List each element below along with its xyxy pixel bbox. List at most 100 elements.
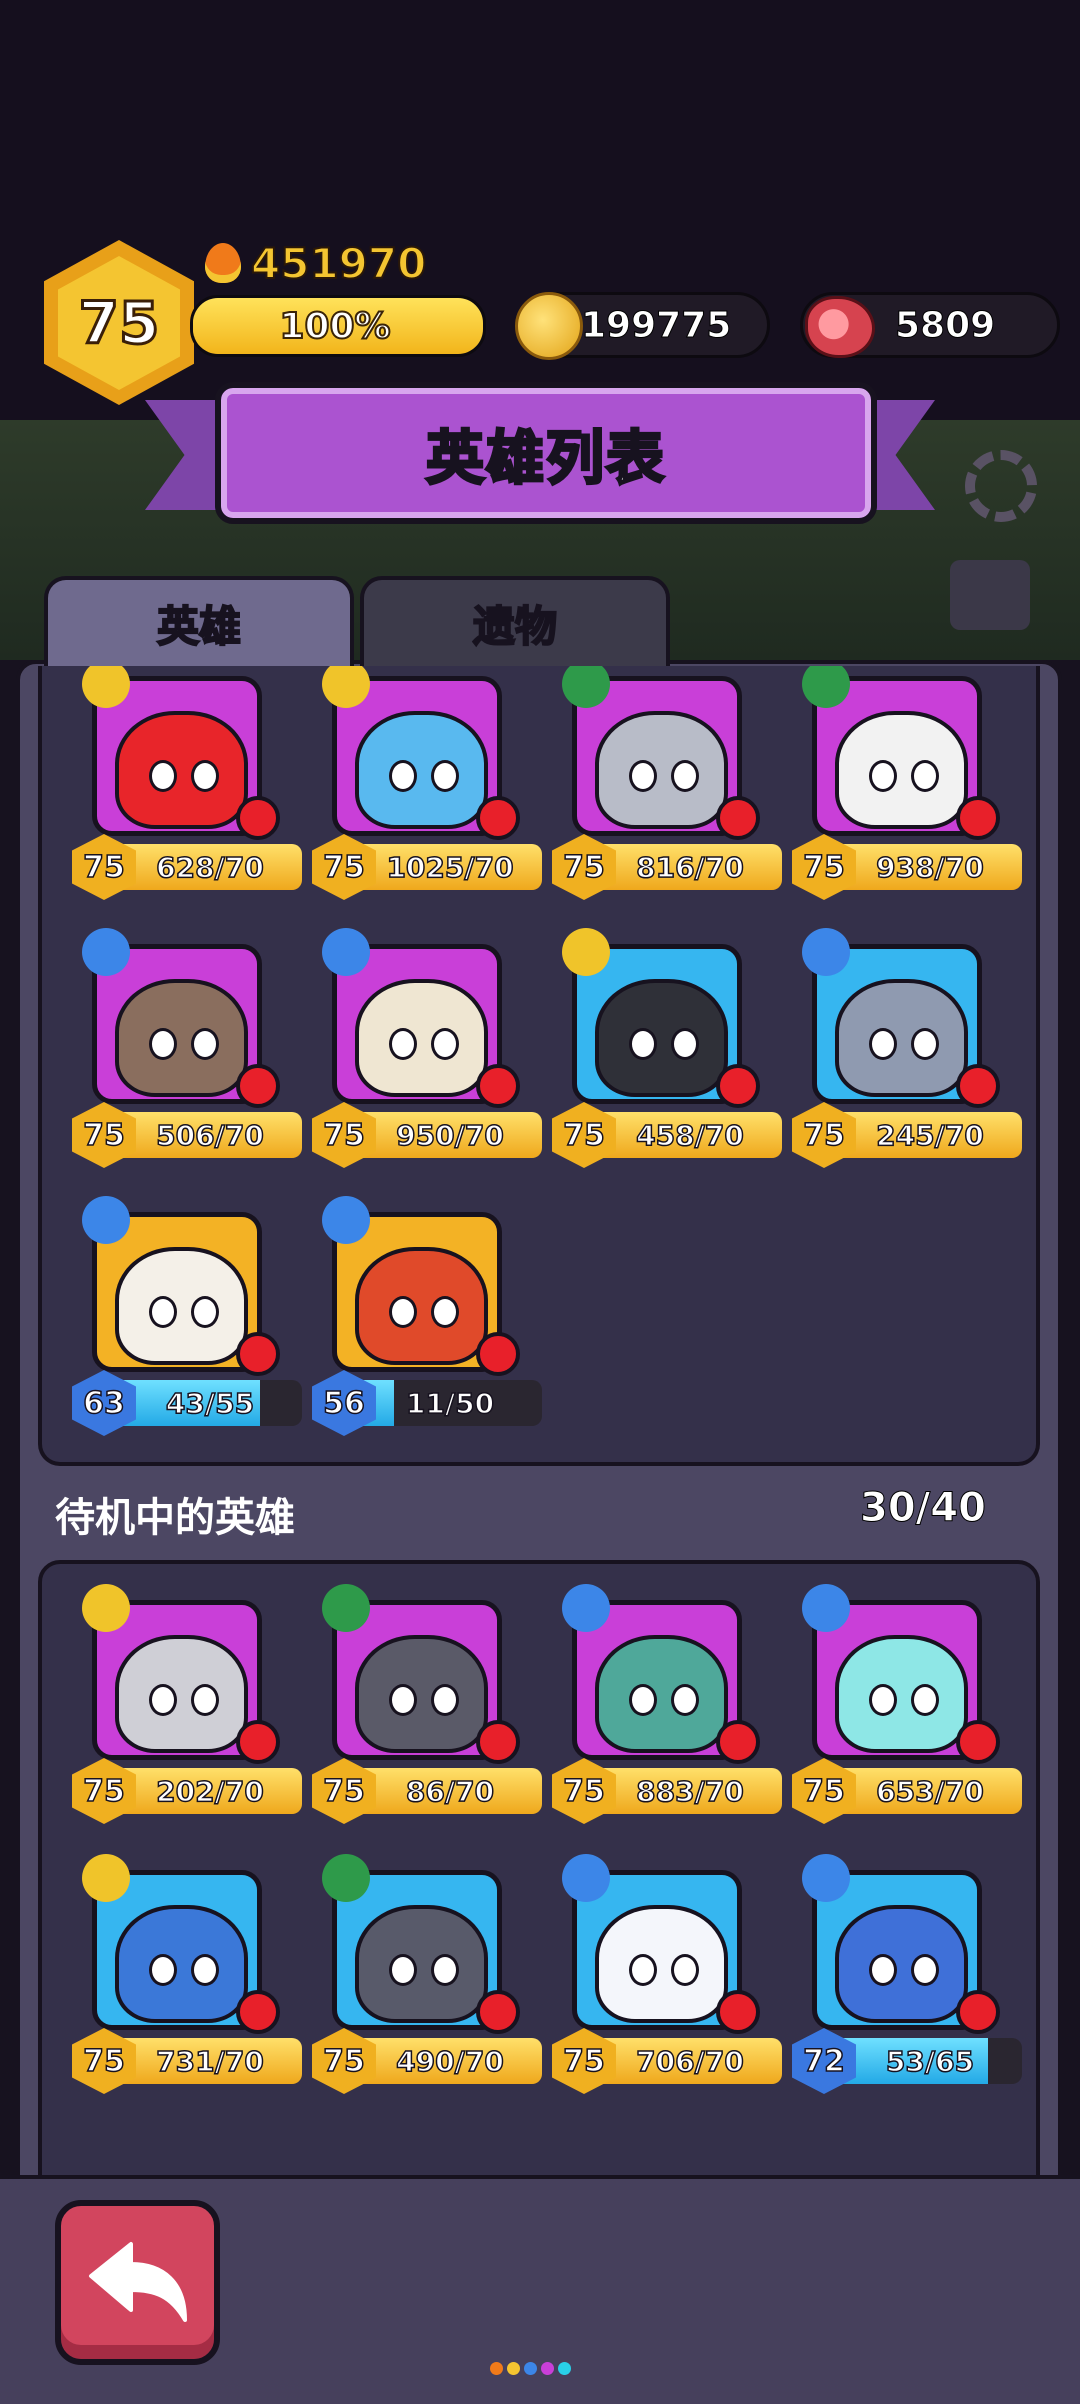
hero-card[interactable]: 490/70 75 (310, 1854, 542, 2094)
hero-eye (869, 760, 897, 792)
hero-progress-text: 53/65 (885, 2044, 975, 2079)
hero-figure (355, 1247, 488, 1365)
notification-dot (236, 1064, 280, 1108)
hero-progress-text: 11/50 (405, 1386, 495, 1421)
rank-icon (82, 928, 130, 976)
page-dot (524, 2362, 537, 2375)
notification-dot (476, 796, 520, 840)
hero-progress-text: 731/70 (155, 2044, 264, 2079)
hero-eye (389, 1954, 417, 1986)
hero-eye (671, 1028, 699, 1060)
hero-eye (389, 760, 417, 792)
notification-dot (716, 796, 760, 840)
notification-dot (956, 796, 1000, 840)
idle-heroes-count: 30/40 (860, 1485, 987, 1532)
tab-heroes[interactable]: 英雄 (44, 576, 354, 666)
page-dot (558, 2362, 571, 2375)
hero-figure (595, 979, 728, 1097)
gold-value: 199775 (580, 304, 732, 346)
hero-eye (431, 1684, 459, 1716)
hero-card[interactable]: 628/70 75 (70, 666, 302, 900)
rank-icon (802, 928, 850, 976)
hero-card[interactable]: 11/50 56 (310, 1196, 542, 1436)
hero-card[interactable]: 43/55 63 (70, 1196, 302, 1436)
notification-dot (716, 1990, 760, 2034)
hero-card[interactable]: 1025/70 75 (310, 666, 542, 900)
hero-progress-text: 458/70 (635, 1118, 744, 1153)
hero-figure (355, 1635, 488, 1753)
coin-icon (515, 292, 583, 360)
hero-card[interactable]: 202/70 75 (70, 1584, 302, 1824)
notification-dot (236, 1720, 280, 1764)
hero-progress-text: 628/70 (155, 850, 264, 885)
hero-eye (629, 1684, 657, 1716)
hero-progress-text: 202/70 (155, 1774, 264, 1809)
hero-figure (835, 1905, 968, 2023)
hero-eye (431, 1954, 459, 1986)
notification-dot (476, 1990, 520, 2034)
hero-eye (629, 760, 657, 792)
hero-card[interactable]: 53/65 72 (790, 1854, 1022, 2094)
hero-eye (671, 1684, 699, 1716)
hero-eye (431, 1296, 459, 1328)
notification-dot (956, 1720, 1000, 1764)
hero-card[interactable]: 938/70 75 (790, 666, 1022, 900)
hero-figure (355, 1905, 488, 2023)
hero-figure (115, 979, 248, 1097)
hero-eye (191, 760, 219, 792)
power-value: 451970 (250, 238, 427, 289)
hero-card[interactable]: 706/70 75 (550, 1854, 782, 2094)
tab-relics[interactable]: 遗物 (360, 576, 670, 666)
hero-figure (115, 1905, 248, 2023)
hero-eye (431, 760, 459, 792)
hero-eye (911, 1954, 939, 1986)
page-dot (507, 2362, 520, 2375)
hero-progress-text: 490/70 (395, 2044, 504, 2079)
hero-card[interactable]: 883/70 75 (550, 1584, 782, 1824)
back-button[interactable] (55, 2200, 220, 2365)
hero-card[interactable]: 245/70 75 (790, 928, 1022, 1168)
xp-percent: 100% (278, 305, 391, 348)
hero-progress-text: 86/70 (405, 1774, 495, 1809)
hero-figure (835, 979, 968, 1097)
notification-dot (476, 1064, 520, 1108)
hero-card[interactable]: 653/70 75 (790, 1584, 1022, 1824)
hero-eye (191, 1028, 219, 1060)
rank-icon (322, 1196, 370, 1244)
hero-figure (595, 711, 728, 829)
meat-icon (805, 296, 875, 358)
hero-progress-text: 43/55 (165, 1386, 255, 1421)
hero-eye (629, 1028, 657, 1060)
hero-card[interactable]: 816/70 75 (550, 666, 782, 900)
rank-icon (562, 928, 610, 976)
hero-eye (149, 1684, 177, 1716)
hero-progress-text: 938/70 (875, 850, 984, 885)
hero-eye (191, 1684, 219, 1716)
hero-progress-text: 950/70 (395, 1118, 504, 1153)
notification-dot (236, 1332, 280, 1376)
hero-figure (355, 979, 488, 1097)
meat-value: 5809 (894, 304, 996, 346)
rank-icon (322, 1584, 370, 1632)
rank-icon (82, 1854, 130, 1902)
page-dot (490, 2362, 503, 2375)
page-dots (490, 2362, 571, 2375)
hero-card[interactable]: 731/70 75 (70, 1854, 302, 2094)
rank-icon (562, 1854, 610, 1902)
hero-figure (595, 1905, 728, 2023)
hero-eye (431, 1028, 459, 1060)
hero-card[interactable]: 950/70 75 (310, 928, 542, 1168)
hero-card[interactable]: 86/70 75 (310, 1584, 542, 1824)
hero-card[interactable]: 458/70 75 (550, 928, 782, 1168)
rank-icon (322, 928, 370, 976)
fire-icon (205, 243, 241, 283)
hero-figure (115, 1635, 248, 1753)
rank-icon (82, 1584, 130, 1632)
power-display: 451970 (205, 238, 427, 289)
active-heroes-grid: 628/70 75 1025/70 75 816/70 75 938/70 75 506/70 7… (38, 666, 1040, 1466)
hero-progress-text: 245/70 (875, 1118, 984, 1153)
rank-icon (802, 1584, 850, 1632)
hero-card[interactable]: 506/70 75 (70, 928, 302, 1168)
notification-dot (956, 1990, 1000, 2034)
gear-icon (965, 450, 1037, 522)
